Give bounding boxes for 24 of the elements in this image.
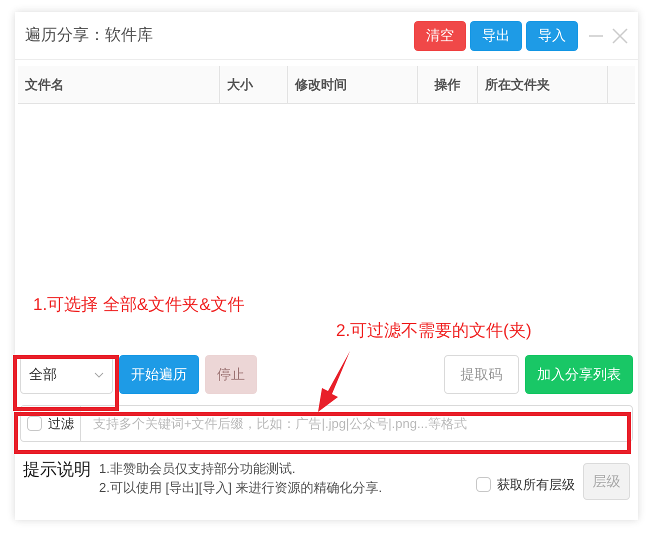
chevron-down-icon xyxy=(94,372,104,378)
tip-text: 2.可以使用 [导出][导入] 来进行资源的精确化分享. xyxy=(99,479,382,497)
header-button[interactable]: 清空 xyxy=(414,20,466,50)
action-button[interactable]: 加入分享列表 xyxy=(525,355,633,394)
header-button[interactable]: 导出 xyxy=(470,20,522,50)
checkbox[interactable] xyxy=(476,477,491,492)
all-levels-label: 获取所有层级 xyxy=(497,476,575,494)
filter-label: 过滤 xyxy=(48,414,74,433)
tip-text: 1.非赞助会员仅支持部分功能测试. xyxy=(99,460,296,478)
column-header: 操作 xyxy=(418,66,478,103)
close-icon[interactable] xyxy=(612,28,628,44)
action-button[interactable]: 开始遍历 xyxy=(119,355,199,394)
column-header: 所在文件夹 xyxy=(478,66,608,103)
header-button[interactable]: 导入 xyxy=(526,20,578,50)
column-header: 大小 xyxy=(220,66,288,103)
column-header: 文件名 xyxy=(18,66,220,103)
filter-input[interactable]: 支持多个关键词+文件后缀，比如：广告|.jpg|公众号|.png...等格式 xyxy=(80,405,633,442)
action-button[interactable]: 提取码 xyxy=(444,355,519,394)
tips-title: 提示说明 xyxy=(23,459,91,481)
column-header: 修改时间 xyxy=(288,66,418,103)
annotation-text: 1.可选择 全部&文件夹&文件 xyxy=(33,294,245,316)
checkbox[interactable] xyxy=(27,416,42,431)
annotation-text: 2.可过滤不需要的文件(夹) xyxy=(336,320,532,342)
window-title: 遍历分享：软件库 xyxy=(25,26,154,46)
